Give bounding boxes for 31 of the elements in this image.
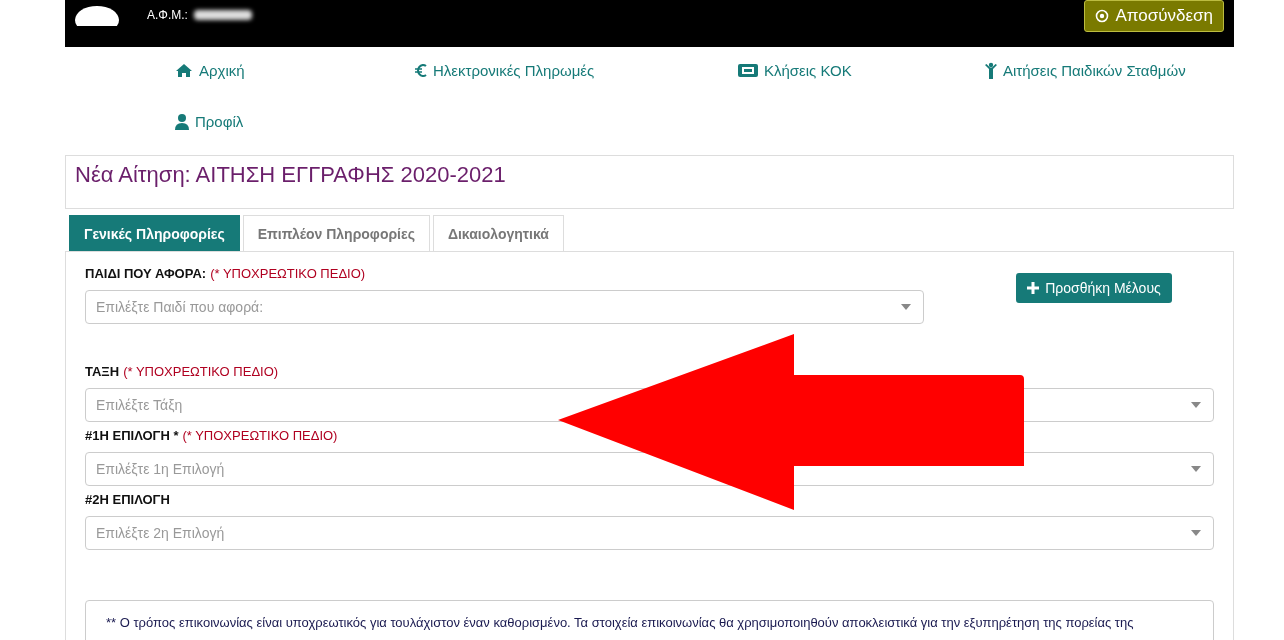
blurred-tax-id xyxy=(193,10,252,20)
field-label: #2Η ΕΠΙΛΟΓΗ xyxy=(85,492,171,507)
caret-icon xyxy=(901,304,911,310)
nav-link[interactable]: Αιτήσεις Παιδικών Σταθμών xyxy=(985,60,1234,80)
child-icon xyxy=(985,61,997,79)
caret-icon xyxy=(1191,466,1201,472)
logout-button[interactable]: Αποσύνδεση xyxy=(1084,0,1224,32)
field-label: ΤΑΞΗ (* ΥΠΟΧΡΕΩΤΙΚΟ ΠΕΔΙΟ) xyxy=(85,364,280,379)
power-icon xyxy=(1095,9,1110,23)
tab[interactable]: Δικαιολογητικά xyxy=(432,215,564,251)
home-icon xyxy=(175,62,193,78)
ticket-icon xyxy=(738,63,758,77)
select-field[interactable]: Επιλέξτε 2η Επιλογή xyxy=(85,516,1214,550)
nav-link[interactable]: Προφίλ xyxy=(175,111,415,132)
select-field[interactable]: Επιλέξτε Παιδί που αφορά: xyxy=(85,290,924,324)
note-text: ** Ο τρόπος επικοινωνίας είναι υποχρεωτικός για τουλάχιστον έναν καθορισμένο. Τα στοιχεία επικοινωνίας θα χρησιμοποιηθούν αποκλειστικά για την εξυπηρέτηση της πορείας της xyxy=(106,615,1134,630)
user-icon xyxy=(175,113,189,130)
tab[interactable]: Γενικές Πληροφορίες xyxy=(69,215,240,251)
field-label: ΠΑΙΔΙ ΠΟΥ ΑΦΟΡΑ: (* ΥΠΟΧΡΕΩΤΙΚΟ ΠΕΔΙΟ) xyxy=(85,266,367,281)
caret-icon xyxy=(1191,530,1201,536)
tax-id-label: Α.Φ.Μ.: xyxy=(147,8,188,22)
page-title: Νέα Αίτηση: ΑΙΤΗΣΗ ΕΓΓΡΑΦΗΣ 2020-2021 xyxy=(75,162,507,188)
nav-link[interactable]: Ηλεκτρονικές Πληρωμές xyxy=(415,60,738,80)
add-member-button[interactable]: Προσθήκη Μέλους xyxy=(1016,273,1172,303)
field-label: #1Η ΕΠΙΛΟΓΗ * (* ΥΠΟΧΡΕΩΤΙΚΟ ΠΕΔΙΟ) xyxy=(85,428,339,443)
tab[interactable]: Επιπλέον Πληροφορίες xyxy=(242,215,430,251)
plus-icon xyxy=(1027,282,1040,294)
caret-icon xyxy=(1191,402,1201,408)
nav-link[interactable]: Αρχική xyxy=(175,60,415,80)
nav-link[interactable]: Κλήσεις ΚΟΚ xyxy=(738,60,985,80)
euro-icon xyxy=(415,62,427,78)
